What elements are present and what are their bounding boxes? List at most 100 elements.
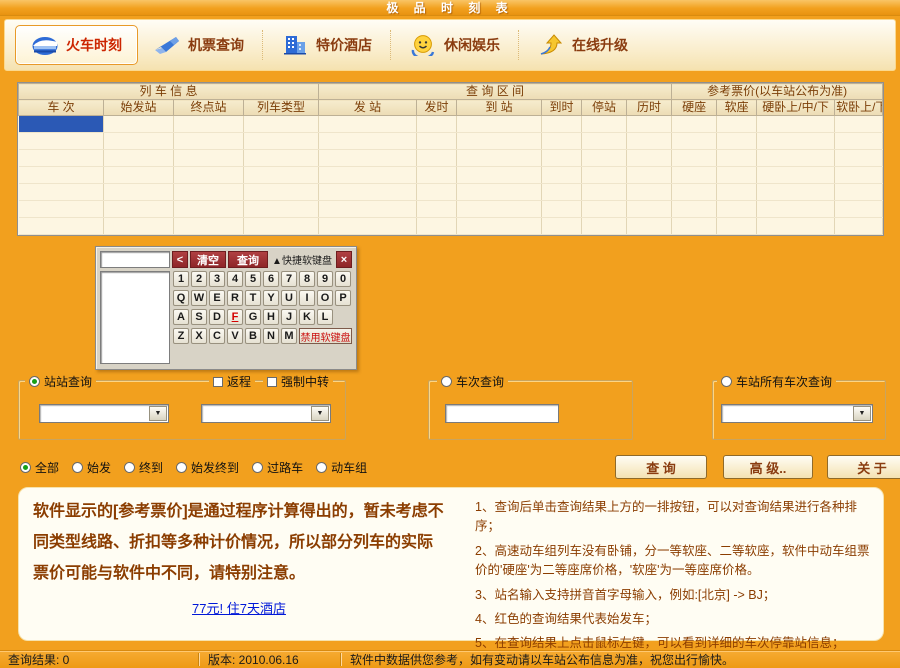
- column-header[interactable]: 软座: [717, 100, 757, 116]
- key-T[interactable]: T: [245, 290, 261, 306]
- key-9[interactable]: 9: [317, 271, 333, 287]
- column-header[interactable]: 历时: [627, 100, 672, 116]
- disable-keyboard-button[interactable]: 禁用软键盘: [299, 328, 352, 344]
- result-row[interactable]: [19, 201, 883, 218]
- results-table[interactable]: 列 车 信 息查 询 区 间参考票价(以车站公布为准)车 次始发站终点站列车类型…: [18, 83, 883, 235]
- toolbar-separator: [390, 30, 391, 60]
- hotel-promo-link[interactable]: 77元! 住7天酒店: [33, 598, 445, 617]
- key-S[interactable]: S: [191, 309, 207, 325]
- result-row[interactable]: [19, 133, 883, 150]
- column-header[interactable]: 到时: [542, 100, 582, 116]
- toolbar-button-hotel-deals[interactable]: 特价酒店: [266, 25, 387, 65]
- toolbar-button-train-times[interactable]: 火车时刻: [15, 25, 138, 65]
- column-header[interactable]: 硬座: [672, 100, 717, 116]
- quick-keyboard-toggle[interactable]: ▲快捷软键盘: [270, 251, 334, 268]
- station-station-radio[interactable]: 站站查询: [25, 373, 96, 390]
- key-1[interactable]: 1: [173, 271, 189, 287]
- key-J[interactable]: J: [281, 309, 297, 325]
- column-header[interactable]: 终点站: [174, 100, 244, 116]
- filter-option[interactable]: 始发: [72, 459, 111, 476]
- suggestion-listbox[interactable]: [100, 271, 170, 364]
- result-row[interactable]: [19, 150, 883, 167]
- return-trip-checkbox[interactable]: 返程: [209, 373, 255, 390]
- result-row[interactable]: [19, 184, 883, 201]
- station-all-trains-radio[interactable]: 车站所有车次查询: [717, 373, 836, 390]
- train-no-input[interactable]: [445, 404, 559, 423]
- key-G[interactable]: G: [245, 309, 261, 325]
- key-A[interactable]: A: [173, 309, 189, 325]
- key-Y[interactable]: Y: [263, 290, 279, 306]
- key-6[interactable]: 6: [263, 271, 279, 287]
- key-grid: 1234567890 QWERTYUIOP ASDFGHJKL ZXCVBNM …: [173, 271, 352, 364]
- column-header[interactable]: 始发站: [104, 100, 174, 116]
- advanced-button[interactable]: 高 级..: [723, 455, 813, 479]
- key-7[interactable]: 7: [281, 271, 297, 287]
- from-station-dropdown[interactable]: [39, 404, 169, 423]
- back-button[interactable]: <: [172, 251, 188, 268]
- key-X[interactable]: X: [191, 328, 207, 344]
- clear-button[interactable]: 清空: [190, 251, 226, 268]
- keyboard-query-button[interactable]: 查询: [228, 251, 268, 268]
- selected-cell[interactable]: [19, 116, 104, 133]
- key-B[interactable]: B: [245, 328, 261, 344]
- result-row[interactable]: [19, 218, 883, 235]
- key-C[interactable]: C: [209, 328, 225, 344]
- to-station-dropdown[interactable]: [201, 404, 331, 423]
- window-title-bar[interactable]: 极 品 时 刻 表: [0, 0, 900, 16]
- forced-transfer-checkbox[interactable]: 强制中转: [263, 373, 333, 390]
- filter-option[interactable]: 始发终到: [176, 459, 239, 476]
- station-all-trains-dropdown[interactable]: [721, 404, 873, 423]
- key-Z[interactable]: Z: [173, 328, 189, 344]
- result-row[interactable]: [19, 116, 883, 133]
- hotel-icon: [281, 33, 309, 57]
- key-Q[interactable]: Q: [173, 290, 189, 306]
- column-header[interactable]: 发 站: [319, 100, 417, 116]
- key-P[interactable]: P: [335, 290, 351, 306]
- result-row[interactable]: [19, 167, 883, 184]
- station-name-input[interactable]: [100, 251, 170, 268]
- filter-option[interactable]: 全部: [20, 459, 59, 476]
- close-icon[interactable]: ×: [336, 251, 352, 268]
- key-D[interactable]: D: [209, 309, 225, 325]
- filter-option[interactable]: 终到: [124, 459, 163, 476]
- key-F[interactable]: F: [227, 309, 243, 325]
- filter-option[interactable]: 动车组: [316, 459, 367, 476]
- key-W[interactable]: W: [191, 290, 207, 306]
- key-U[interactable]: U: [281, 290, 297, 306]
- key-V[interactable]: V: [227, 328, 243, 344]
- key-8[interactable]: 8: [299, 271, 315, 287]
- toolbar-button-flight-query[interactable]: 机票查询: [138, 25, 259, 65]
- key-R[interactable]: R: [227, 290, 243, 306]
- column-header[interactable]: 到 站: [457, 100, 542, 116]
- key-5[interactable]: 5: [245, 271, 261, 287]
- key-L[interactable]: L: [317, 309, 333, 325]
- column-header[interactable]: 列车类型: [244, 100, 319, 116]
- toolbar-button-leisure[interactable]: 休闲娱乐: [394, 25, 515, 65]
- toolbar-button-online-upgrade[interactable]: 在线升级: [522, 25, 643, 65]
- key-2[interactable]: 2: [191, 271, 207, 287]
- column-header[interactable]: 发时: [417, 100, 457, 116]
- key-H[interactable]: H: [263, 309, 279, 325]
- column-header[interactable]: 车 次: [19, 100, 104, 116]
- query-button[interactable]: 查 询: [615, 455, 707, 479]
- key-O[interactable]: O: [317, 290, 333, 306]
- key-K[interactable]: K: [299, 309, 315, 325]
- toolbar-separator: [262, 30, 263, 60]
- column-header[interactable]: 硬卧上/中/下: [757, 100, 835, 116]
- key-row-numbers: 1234567890: [173, 271, 352, 287]
- key-M[interactable]: M: [281, 328, 297, 344]
- key-3[interactable]: 3: [209, 271, 225, 287]
- checkbox-icon: [267, 377, 277, 387]
- key-E[interactable]: E: [209, 290, 225, 306]
- status-version: 版本: 2010.06.16: [200, 651, 340, 668]
- train-no-radio[interactable]: 车次查询: [437, 373, 508, 390]
- key-I[interactable]: I: [299, 290, 315, 306]
- key-0[interactable]: 0: [335, 271, 351, 287]
- column-header[interactable]: 停站: [582, 100, 627, 116]
- about-button[interactable]: 关 于: [827, 455, 900, 479]
- column-header[interactable]: 软卧上/下: [835, 100, 883, 116]
- notice-panel: 软件显示的[参考票价]是通过程序计算得出的，暂未考虑不同类型线路、折扣等多种计价…: [18, 487, 884, 641]
- key-4[interactable]: 4: [227, 271, 243, 287]
- filter-option[interactable]: 过路车: [252, 459, 303, 476]
- key-N[interactable]: N: [263, 328, 279, 344]
